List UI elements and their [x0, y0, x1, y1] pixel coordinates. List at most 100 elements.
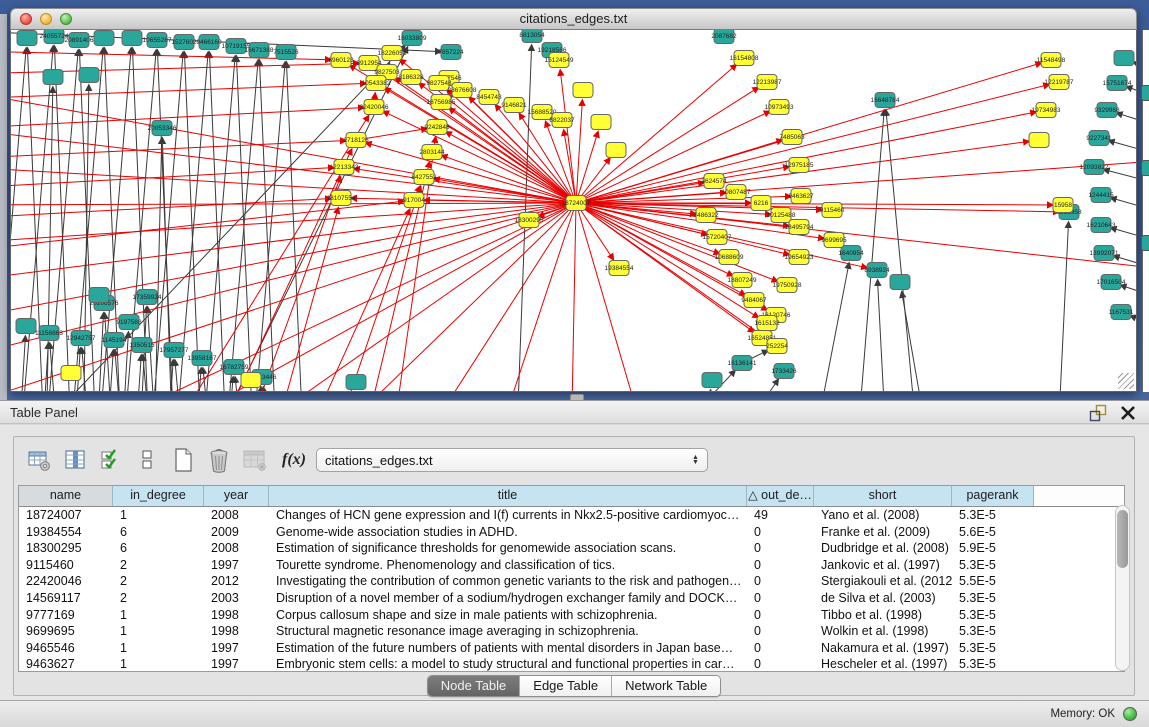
select-all-button[interactable]: [96, 445, 126, 475]
cell-in-degree[interactable]: 2: [113, 557, 204, 574]
close-window-button[interactable]: [20, 13, 32, 25]
graph-node[interactable]: [1029, 133, 1049, 148]
column-header-title[interactable]: title: [269, 486, 747, 506]
delete-selected-button[interactable]: [204, 445, 234, 475]
cell-out-degree[interactable]: 0: [747, 540, 814, 557]
cell-name[interactable]: 9115460: [19, 557, 113, 574]
cell-in-degree[interactable]: 1: [113, 507, 204, 524]
graph-node[interactable]: [573, 83, 593, 98]
table-scrollbar-thumb[interactable]: [1117, 510, 1128, 568]
cell-in-degree[interactable]: 6: [113, 540, 204, 557]
graph-edge[interactable]: [211, 149, 352, 391]
graph-edge[interactable]: [811, 262, 849, 391]
cell-pagerank[interactable]: 5.3E-5: [952, 507, 1034, 524]
graph-node[interactable]: [61, 366, 81, 381]
cell-year[interactable]: 1998: [204, 607, 269, 624]
cell-short[interactable]: Nakamura et al. (1997): [814, 640, 952, 657]
cell-name[interactable]: 22420046: [19, 573, 113, 590]
cell-pagerank[interactable]: 5.3E-5: [952, 590, 1034, 607]
minimize-window-button[interactable]: [40, 13, 52, 25]
graph-edge[interactable]: [184, 51, 202, 391]
cell-year[interactable]: 1997: [204, 656, 269, 672]
graph-edge[interactable]: [651, 370, 736, 391]
graph-edge[interactable]: [1116, 113, 1136, 130]
table-row[interactable]: 946554611997Estimation of the future num…: [19, 640, 1124, 657]
cell-pagerank[interactable]: 5.3E-5: [952, 656, 1034, 672]
table-row[interactable]: 911546021997Tourette syndrome. Phenomeno…: [19, 557, 1124, 574]
cell-year[interactable]: 1997: [204, 640, 269, 657]
toggle-column-visibility-button[interactable]: [60, 445, 90, 475]
cell-year[interactable]: 1997: [204, 557, 269, 574]
cell-short[interactable]: Yano et al. (2008): [814, 507, 952, 524]
graph-edge[interactable]: [11, 140, 347, 160]
table-row[interactable]: 1830029562008Estimation of significance …: [19, 540, 1124, 557]
column-header-name[interactable]: name: [19, 486, 113, 506]
graph-node[interactable]: [1114, 51, 1134, 66]
cell-in-degree[interactable]: 1: [113, 623, 204, 640]
cell-short[interactable]: Wolkin et al. (1998): [814, 623, 952, 640]
window-resize-grip[interactable]: [1118, 373, 1134, 389]
cell-title[interactable]: Estimation of the future numbers of pati…: [269, 640, 747, 657]
graph-edge[interactable]: [11, 83, 367, 100]
cell-pagerank[interactable]: 5.3E-5: [952, 623, 1034, 640]
graph-edge[interactable]: [1110, 228, 1136, 245]
cell-short[interactable]: Jankovic et al. (1997): [814, 557, 952, 574]
graph-edge[interactable]: [46, 86, 53, 391]
cell-out-degree[interactable]: 0: [747, 524, 814, 541]
graph-node[interactable]: [43, 70, 63, 85]
graph-edge[interactable]: [576, 203, 651, 391]
cell-out-degree[interactable]: 0: [747, 590, 814, 607]
tab-node-table[interactable]: Node Table: [428, 676, 521, 696]
graph-edge[interactable]: [11, 203, 576, 205]
close-panel-icon[interactable]: [1119, 404, 1137, 422]
cell-year[interactable]: 2012: [204, 573, 269, 590]
window-titlebar[interactable]: citations_edges.txt: [10, 8, 1137, 30]
column-header-short[interactable]: short: [814, 486, 952, 506]
graph-edge[interactable]: [50, 342, 59, 391]
zoom-window-button[interactable]: [60, 13, 72, 25]
cell-name[interactable]: 9777169: [19, 607, 113, 624]
cell-title[interactable]: Genome-wide association studies in ADHD.: [269, 524, 747, 541]
cell-title[interactable]: Tourette syndrome. Phenomenology and cla…: [269, 557, 747, 574]
graph-edge[interactable]: [96, 312, 104, 391]
cell-short[interactable]: de Silva et al. (2003): [814, 590, 952, 607]
network-canvas[interactable]: 2405572420891406106552871527602946616010…: [10, 30, 1137, 391]
graph-edge[interactable]: [263, 386, 272, 391]
cell-in-degree[interactable]: 2: [113, 573, 204, 590]
column-header-pagerank[interactable]: pagerank: [952, 486, 1034, 506]
table-row[interactable]: 1456911722003Disruption of a novel membe…: [19, 590, 1124, 607]
cell-in-degree[interactable]: 2: [113, 590, 204, 607]
column-header-year[interactable]: year: [204, 486, 269, 506]
graph-edge[interactable]: [1103, 169, 1136, 187]
cell-out-degree[interactable]: 0: [747, 656, 814, 672]
cell-short[interactable]: Stergiakouli et al. (2012): [814, 573, 952, 590]
graph-edge[interactable]: [886, 109, 919, 391]
graph-node[interactable]: [890, 275, 910, 290]
graph-edge[interactable]: [701, 389, 711, 391]
cell-out-degree[interactable]: 49: [747, 507, 814, 524]
graph-edge[interactable]: [331, 186, 421, 391]
cell-name[interactable]: 9699695: [19, 623, 113, 640]
column-header-in-degree[interactable]: in_degree: [113, 486, 204, 506]
cell-title[interactable]: Structural magnetic resonance image aver…: [269, 623, 747, 640]
table-row[interactable]: 977716911998Corpus callosum shape and si…: [19, 607, 1124, 624]
cell-year[interactable]: 2009: [204, 524, 269, 541]
graph-edge[interactable]: [576, 99, 582, 203]
table-row[interactable]: 1938455462009Genome-wide association stu…: [19, 524, 1124, 541]
graph-edge[interactable]: [149, 51, 183, 391]
table-row[interactable]: 2242004622012Investigating the contribut…: [19, 573, 1124, 590]
cell-title[interactable]: Investigating the contribution of common…: [269, 573, 747, 590]
graph-node[interactable]: [89, 288, 109, 303]
graph-edge[interactable]: [576, 63, 1042, 203]
column-header-out-degree[interactable]: △ out_de…: [747, 486, 814, 506]
graph-node[interactable]: [16, 319, 36, 334]
function-builder-button[interactable]: f(x): [282, 451, 306, 469]
graph-edge[interactable]: [175, 359, 184, 391]
graph-edge[interactable]: [1120, 285, 1136, 302]
cell-name[interactable]: 14569117: [19, 590, 113, 607]
cell-in-degree[interactable]: 1: [113, 640, 204, 657]
cell-out-degree[interactable]: 0: [747, 573, 814, 590]
graph-edge[interactable]: [491, 203, 576, 391]
cell-short[interactable]: Franke et al. (2009): [814, 524, 952, 541]
table-selector[interactable]: citations_edges.txt ▲▼: [316, 448, 708, 472]
